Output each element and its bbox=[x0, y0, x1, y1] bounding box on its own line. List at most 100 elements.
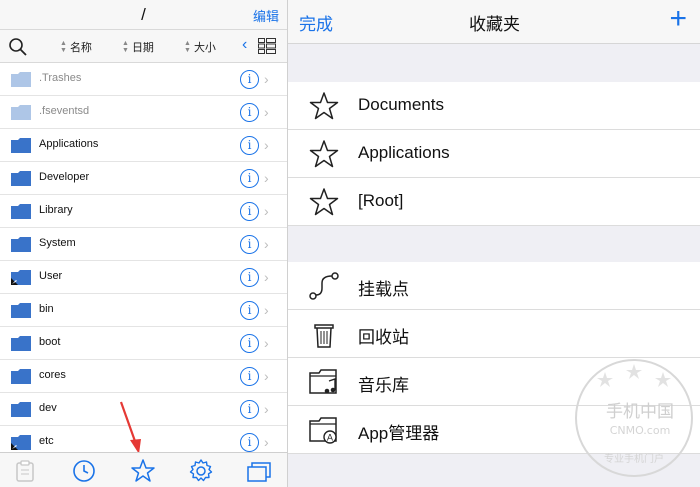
folder-icon bbox=[11, 138, 31, 153]
file-name: User bbox=[39, 270, 63, 282]
section-spacer bbox=[288, 226, 700, 262]
location-row[interactable]: 回收站 bbox=[288, 310, 700, 358]
windows-icon[interactable] bbox=[246, 458, 272, 484]
folder-alias-icon bbox=[11, 270, 31, 285]
star-outline-icon bbox=[309, 140, 339, 168]
chevron-right-icon: › bbox=[264, 137, 269, 153]
info-icon[interactable]: i bbox=[240, 268, 259, 287]
folder-icon bbox=[11, 369, 31, 384]
section-spacer bbox=[288, 454, 700, 487]
file-row[interactable]: .fseventsd i › bbox=[0, 96, 287, 129]
file-browser-pane: / 编辑 ▲ ▼ 名称 ▲ ▼ 日期 ▲ ▼ 大小 ‹ .Trashes i › .f bbox=[0, 0, 287, 487]
file-browser-header: / 编辑 bbox=[0, 0, 287, 30]
info-icon[interactable]: i bbox=[240, 400, 259, 419]
info-icon[interactable]: i bbox=[240, 367, 259, 386]
folder-icon bbox=[11, 402, 31, 417]
file-row[interactable]: User i › bbox=[0, 261, 287, 294]
location-row[interactable]: 音乐库 bbox=[288, 358, 700, 406]
chevron-right-icon: › bbox=[264, 368, 269, 384]
favorite-row[interactable]: Applications bbox=[288, 130, 700, 178]
info-icon[interactable]: i bbox=[240, 103, 259, 122]
edit-button[interactable]: 编辑 bbox=[253, 6, 279, 25]
location-label: 音乐库 bbox=[358, 376, 409, 395]
star-outline-icon bbox=[309, 92, 339, 120]
info-icon[interactable]: i bbox=[240, 136, 259, 155]
file-name: .fseventsd bbox=[39, 105, 90, 117]
file-row[interactable]: boot i › bbox=[0, 327, 287, 360]
info-icon[interactable]: i bbox=[240, 433, 259, 452]
folder-icon bbox=[11, 171, 31, 186]
info-icon[interactable]: i bbox=[240, 235, 259, 254]
info-icon[interactable]: i bbox=[240, 70, 259, 89]
page-title: 收藏夹 bbox=[469, 15, 520, 34]
chevron-right-icon: › bbox=[264, 71, 269, 87]
app-folder-icon: A bbox=[309, 417, 337, 444]
favorite-label: Applications bbox=[358, 143, 450, 162]
location-row[interactable]: 挂载点 bbox=[288, 262, 700, 310]
file-row[interactable]: cores i › bbox=[0, 360, 287, 393]
sort-by-size-button[interactable]: ▲ ▼ 大小 bbox=[184, 39, 216, 55]
chevron-right-icon: › bbox=[264, 302, 269, 318]
star-icon[interactable] bbox=[130, 458, 156, 484]
favorites-pane: 完成 收藏夹 + Documents Applications [Root] 挂载点… bbox=[287, 0, 700, 487]
sort-date-label: 日期 bbox=[131, 42, 154, 54]
chevron-right-icon: › bbox=[264, 269, 269, 285]
favorite-label: Documents bbox=[358, 95, 444, 114]
location-row[interactable]: A App管理器 bbox=[288, 406, 700, 454]
bottom-tab-bar bbox=[0, 452, 287, 487]
info-icon[interactable]: i bbox=[240, 334, 259, 353]
star-outline-icon bbox=[309, 188, 339, 216]
sort-arrows-icon: ▲ ▼ bbox=[122, 40, 129, 54]
gear-icon[interactable] bbox=[188, 458, 214, 484]
folder-icon bbox=[11, 105, 31, 120]
sort-name-label: 名称 bbox=[69, 42, 92, 54]
location-label: 回收站 bbox=[358, 328, 409, 347]
folder-icon bbox=[11, 303, 31, 318]
search-icon[interactable] bbox=[8, 37, 28, 57]
chevron-left-icon[interactable]: ‹ bbox=[242, 36, 247, 54]
file-row[interactable]: bin i › bbox=[0, 294, 287, 327]
file-row[interactable]: .Trashes i › bbox=[0, 63, 287, 96]
file-row[interactable]: Applications i › bbox=[0, 129, 287, 162]
section-spacer bbox=[288, 44, 700, 82]
info-icon[interactable]: i bbox=[240, 301, 259, 320]
favorite-row[interactable]: [Root] bbox=[288, 178, 700, 226]
sort-toolbar: ▲ ▼ 名称 ▲ ▼ 日期 ▲ ▼ 大小 ‹ bbox=[0, 30, 287, 63]
sort-size-label: 大小 bbox=[193, 42, 216, 54]
info-icon[interactable]: i bbox=[240, 169, 259, 188]
file-row[interactable]: System i › bbox=[0, 228, 287, 261]
folder-icon bbox=[11, 237, 31, 252]
mount-point-icon bbox=[309, 272, 339, 300]
chevron-right-icon: › bbox=[264, 335, 269, 351]
folder-icon bbox=[11, 336, 31, 351]
chevron-right-icon: › bbox=[264, 104, 269, 120]
chevron-right-icon: › bbox=[264, 170, 269, 186]
sort-arrows-icon: ▲ ▼ bbox=[60, 40, 67, 54]
info-icon[interactable]: i bbox=[240, 202, 259, 221]
folder-icon bbox=[11, 72, 31, 87]
file-name: Library bbox=[39, 204, 73, 216]
file-name: Developer bbox=[39, 171, 90, 183]
folder-alias-icon bbox=[11, 435, 31, 450]
location-label: 挂载点 bbox=[358, 280, 409, 299]
favorite-row[interactable]: Documents bbox=[288, 82, 700, 130]
favorite-label: [Root] bbox=[358, 191, 404, 210]
grid-view-icon[interactable] bbox=[258, 38, 276, 54]
add-button[interactable]: + bbox=[669, 2, 687, 36]
current-path: / bbox=[141, 5, 146, 24]
svg-text:A: A bbox=[327, 434, 334, 444]
sort-arrows-icon: ▲ ▼ bbox=[184, 40, 191, 54]
file-name: etc bbox=[39, 435, 54, 447]
clipboard-icon[interactable] bbox=[12, 458, 38, 484]
folder-icon bbox=[11, 204, 31, 219]
file-row[interactable]: Library i › bbox=[0, 195, 287, 228]
trash-icon bbox=[314, 324, 334, 348]
sort-by-name-button[interactable]: ▲ ▼ 名称 bbox=[60, 39, 92, 55]
sort-by-date-button[interactable]: ▲ ▼ 日期 bbox=[122, 39, 154, 55]
file-name: dev bbox=[39, 402, 57, 414]
file-row[interactable]: Developer i › bbox=[0, 162, 287, 195]
music-folder-icon bbox=[309, 369, 337, 394]
chevron-right-icon: › bbox=[264, 236, 269, 252]
location-label: App管理器 bbox=[358, 424, 440, 443]
clock-icon[interactable] bbox=[71, 458, 97, 484]
